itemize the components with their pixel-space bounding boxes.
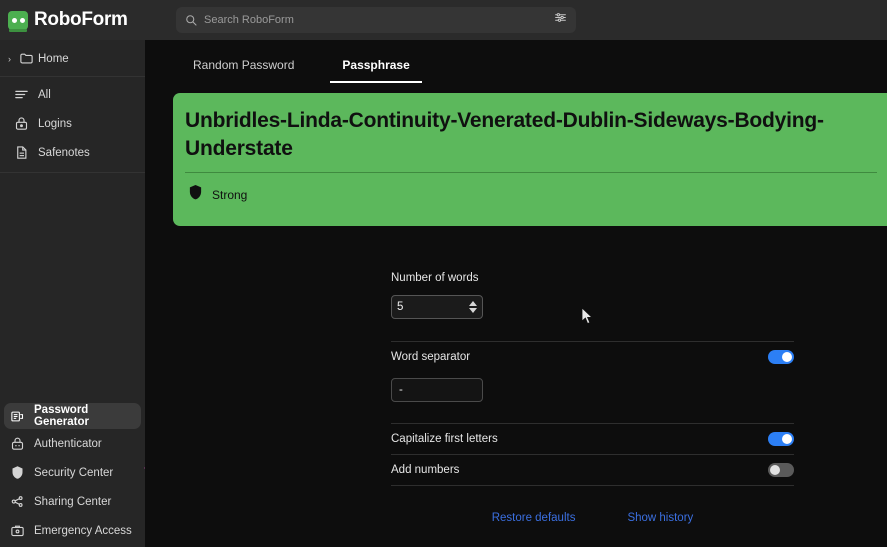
toggle-knob <box>782 352 792 362</box>
strength-label: Strong <box>212 188 247 202</box>
tab-passphrase[interactable]: Passphrase <box>318 58 433 83</box>
setting-number-of-words: Number of words 5 <box>391 260 794 319</box>
capitalize-first-letters-label: Capitalize first letters <box>391 433 498 445</box>
shield-icon <box>188 184 203 206</box>
passphrase-line-2: Understate <box>185 135 887 163</box>
sidebar: › Home All <box>0 40 145 547</box>
sidebar-item-label: Logins <box>38 118 72 130</box>
sidebar-item-emergency-access[interactable]: Emergency Access <box>0 516 145 545</box>
capitalize-first-letters-toggle[interactable] <box>768 432 794 446</box>
list-icon <box>14 87 29 102</box>
passphrase-value: Unbridles-Linda-Continuity-Venerated-Dub… <box>185 107 887 162</box>
spinner-up-arrow[interactable] <box>469 301 477 306</box>
settings-divider <box>391 485 794 486</box>
passphrase-line-1: Unbridles-Linda-Continuity-Venerated-Dub… <box>185 109 824 132</box>
sidebar-item-label: Home <box>38 53 69 65</box>
add-numbers-toggle[interactable] <box>768 463 794 477</box>
sidebar-bottom-section: Password Generator Authenticator <box>0 403 145 547</box>
robot-icon <box>8 11 28 30</box>
chevron-right-icon[interactable]: › <box>4 54 15 64</box>
shield-icon <box>10 465 25 480</box>
spinner-arrows-icon[interactable] <box>469 301 477 313</box>
sidebar-item-label: Security Center <box>34 467 113 479</box>
lock-icon <box>14 116 29 131</box>
strength-indicator: Strong <box>185 173 887 206</box>
show-history-link[interactable]: Show history <box>627 512 693 524</box>
sidebar-item-label: Password Generator <box>34 404 131 428</box>
authenticator-lock-icon <box>10 436 25 451</box>
search-icon <box>185 14 197 26</box>
briefcase-icon <box>10 523 25 538</box>
sidebar-item-sharing-center[interactable]: Sharing Center <box>0 487 145 516</box>
sidebar-item-security-center[interactable]: Security Center <box>0 458 145 487</box>
sidebar-item-all[interactable]: All <box>0 80 145 109</box>
generator-tabs: Random Password Passphrase <box>145 40 887 83</box>
sidebar-item-label: Authenticator <box>34 438 102 450</box>
sidebar-item-home[interactable]: › Home <box>0 44 145 73</box>
app-body: › Home All <box>0 40 887 547</box>
sidebar-item-authenticator[interactable]: Authenticator <box>0 429 145 458</box>
toggle-knob <box>770 465 780 475</box>
number-of-words-stepper[interactable]: 5 <box>391 295 483 319</box>
sidebar-divider-lower <box>0 172 145 173</box>
setting-word-separator: Word separator - <box>391 342 794 402</box>
word-separator-label: Word separator <box>391 351 470 363</box>
sidebar-top-section: › Home All <box>0 40 145 178</box>
sidebar-item-label: Emergency Access <box>34 525 132 537</box>
add-numbers-label: Add numbers <box>391 464 459 476</box>
app-header: RoboForm <box>0 0 887 40</box>
filter-sliders-icon[interactable] <box>554 11 567 29</box>
sidebar-item-safenotes[interactable]: Safenotes <box>0 138 145 167</box>
number-of-words-value: 5 <box>397 301 403 313</box>
folder-icon <box>19 51 34 66</box>
word-separator-value: - <box>399 384 403 396</box>
passphrase-settings: Number of words 5 Word separator <box>391 260 794 524</box>
note-icon <box>14 145 29 160</box>
robot-eye-right <box>20 18 25 23</box>
robot-eye-left <box>12 18 17 23</box>
password-generator-icon <box>10 409 25 424</box>
sidebar-divider <box>0 76 145 77</box>
share-nodes-icon <box>10 494 25 509</box>
word-separator-input[interactable]: - <box>391 378 483 402</box>
main-content: Random Password Passphrase Unbridles-Lin… <box>145 40 887 547</box>
search-bar[interactable] <box>176 7 576 33</box>
setting-add-numbers: Add numbers <box>391 455 794 485</box>
roboform-app: RoboForm › <box>0 0 887 547</box>
settings-links: Restore defaults Show history <box>391 512 794 524</box>
brand-name: RoboForm <box>34 9 128 31</box>
sidebar-item-label: All <box>38 89 51 101</box>
sidebar-item-label: Safenotes <box>38 147 90 159</box>
sidebar-item-password-generator[interactable]: Password Generator <box>4 403 141 429</box>
sidebar-item-logins[interactable]: Logins <box>0 109 145 138</box>
restore-defaults-link[interactable]: Restore defaults <box>492 512 576 524</box>
spinner-down-arrow[interactable] <box>469 308 477 313</box>
tab-random-password[interactable]: Random Password <box>169 58 318 83</box>
toggle-knob <box>782 434 792 444</box>
number-of-words-label: Number of words <box>391 272 479 284</box>
brand-logo[interactable]: RoboForm <box>8 9 168 31</box>
word-separator-toggle[interactable] <box>768 350 794 364</box>
setting-capitalize-first-letters: Capitalize first letters <box>391 424 794 454</box>
search-input[interactable] <box>204 14 547 26</box>
sidebar-item-label: Sharing Center <box>34 496 111 508</box>
generated-passphrase-card[interactable]: Unbridles-Linda-Continuity-Venerated-Dub… <box>173 93 887 226</box>
